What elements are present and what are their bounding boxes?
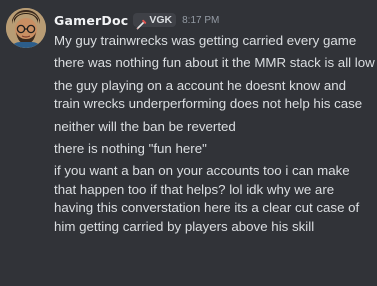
message-content: My guy trainwrecks was getting carried e… [54,32,375,240]
pencil-sword-icon [136,15,147,29]
message-header: GamerDoc VGK 8:17 PM [54,10,219,30]
message-timestamp[interactable]: 8:17 PM [182,15,219,26]
guild-tag[interactable]: VGK [133,13,177,29]
guild-tag-label: VGK [149,14,173,26]
chat-message: GamerDoc VGK 8:17 PM My guy trainwrecks … [0,0,377,286]
message-line: the guy playing on a account he doesnt k… [54,77,363,112]
username[interactable]: GamerDoc [54,13,128,28]
message-line: there is nothing "fun here" [54,141,207,157]
message-line: neither will the ban be reverted [54,118,236,134]
message-line: My guy trainwrecks was getting carried e… [54,33,357,48]
user-avatar[interactable] [6,8,46,48]
message-line: there was nothing fun about it the MMR s… [54,55,375,71]
cartoon-avatar-icon [6,8,46,48]
message-line: if you want a ban on your accounts too i… [54,163,360,234]
